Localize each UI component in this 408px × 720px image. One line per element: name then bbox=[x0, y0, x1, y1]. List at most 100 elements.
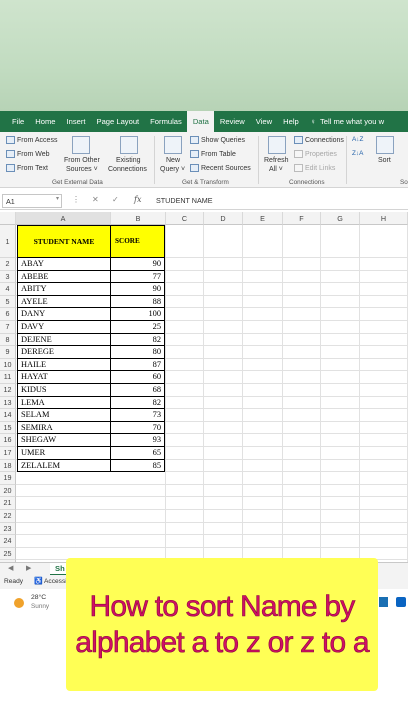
properties-button[interactable]: Properties bbox=[294, 150, 337, 158]
name-box-dropdown-icon[interactable]: ▾ bbox=[56, 195, 59, 202]
column-header-b[interactable]: B bbox=[111, 212, 166, 225]
cell-score[interactable]: 85 bbox=[111, 459, 165, 473]
from-table-button[interactable]: From Table bbox=[190, 150, 236, 158]
row-header-2[interactable]: 2 bbox=[0, 258, 16, 271]
header-cell-score[interactable]: SCORE bbox=[111, 225, 165, 258]
cell-name[interactable]: HAYAT bbox=[17, 371, 111, 384]
insert-function-icon[interactable]: fx bbox=[134, 195, 141, 204]
tab-review[interactable]: Review bbox=[214, 111, 250, 132]
column-header-f[interactable]: F bbox=[283, 212, 321, 225]
cell-score[interactable]: 88 bbox=[111, 295, 165, 309]
cell-score[interactable]: 90 bbox=[111, 258, 165, 271]
sheet-nav-left-icon[interactable]: ◀ bbox=[8, 564, 13, 572]
cell-score[interactable]: 68 bbox=[111, 384, 165, 397]
tab-view[interactable]: View bbox=[250, 111, 277, 132]
row-header-17[interactable]: 17 bbox=[0, 447, 16, 460]
cell-score[interactable]: 80 bbox=[111, 346, 165, 359]
column-header-g[interactable]: G bbox=[321, 212, 360, 225]
column-header-d[interactable]: D bbox=[204, 212, 243, 225]
cell-name[interactable]: ABAY bbox=[17, 258, 111, 271]
column-header-h[interactable]: H bbox=[360, 212, 408, 225]
sort-za-button[interactable]: Z↓A bbox=[352, 150, 363, 157]
header-cell-student-name[interactable]: STUDENT NAME bbox=[17, 225, 111, 258]
row-header-5[interactable]: 5 bbox=[0, 295, 16, 309]
status-accessibility[interactable]: Accessi bbox=[44, 578, 67, 585]
tell-me-search[interactable]: Tell me what you w bbox=[320, 117, 384, 126]
from-access-button[interactable]: From Access bbox=[6, 136, 57, 144]
row-header-6[interactable]: 6 bbox=[0, 308, 16, 321]
cell-name[interactable]: LEMA bbox=[17, 396, 111, 410]
row-header-7[interactable]: 7 bbox=[0, 321, 16, 334]
cell-score[interactable]: 87 bbox=[111, 358, 165, 372]
row-header-8[interactable]: 8 bbox=[0, 333, 16, 347]
formula-input[interactable]: STUDENT NAME bbox=[156, 196, 213, 205]
row-header-4[interactable]: 4 bbox=[0, 283, 16, 296]
cell-name[interactable]: SELAM bbox=[17, 409, 111, 422]
cell-name[interactable]: AYELE bbox=[17, 295, 111, 309]
cell-name[interactable]: ABEBE bbox=[17, 270, 111, 284]
cell-score[interactable]: 70 bbox=[111, 421, 165, 435]
row-header-14[interactable]: 14 bbox=[0, 409, 16, 422]
row-header-24[interactable]: 24 bbox=[0, 535, 16, 548]
row-header-18[interactable]: 18 bbox=[0, 459, 16, 473]
row-header-19[interactable]: 19 bbox=[0, 472, 16, 485]
cell-score[interactable]: 77 bbox=[111, 270, 165, 284]
name-box[interactable]: A1 bbox=[2, 194, 62, 208]
cell-name[interactable]: ZELALEM bbox=[17, 459, 111, 473]
cell-score[interactable]: 90 bbox=[111, 283, 165, 296]
worksheet-grid[interactable]: A B C D E F G H 1 2 3 4 5 6 7 8 9 10 11 12 13 14 15 16 17 18 19 20 2… bbox=[0, 212, 408, 562]
row-header-13[interactable]: 13 bbox=[0, 396, 16, 410]
cell-name[interactable]: KIDUS bbox=[17, 384, 111, 397]
row-header-3[interactable]: 3 bbox=[0, 270, 16, 284]
cell-name[interactable]: DAVY bbox=[17, 321, 111, 334]
connections-button[interactable]: Connections bbox=[294, 136, 344, 144]
tab-file[interactable]: File bbox=[0, 111, 30, 132]
cell-score[interactable]: 82 bbox=[111, 333, 165, 347]
tab-data[interactable]: Data bbox=[187, 111, 215, 132]
sort-az-button[interactable]: A↓Z bbox=[352, 136, 363, 143]
existing-connections-button[interactable]: Existing bbox=[116, 157, 141, 164]
edit-links-button[interactable]: Edit Links bbox=[294, 164, 335, 172]
from-web-button[interactable]: From Web bbox=[6, 150, 50, 158]
row-header-11[interactable]: 11 bbox=[0, 371, 16, 384]
row-header-9[interactable]: 9 bbox=[0, 346, 16, 359]
cell-score[interactable]: 60 bbox=[111, 371, 165, 384]
row-header-12[interactable]: 12 bbox=[0, 384, 16, 397]
sheet-nav-right-icon[interactable]: ▶ bbox=[26, 564, 31, 572]
tab-page-layout[interactable]: Page Layout bbox=[91, 111, 145, 132]
row-header-22[interactable]: 22 bbox=[0, 510, 16, 523]
recent-sources-button[interactable]: Recent Sources bbox=[190, 164, 251, 172]
column-header-c[interactable]: C bbox=[166, 212, 204, 225]
cell-name[interactable]: ABITY bbox=[17, 283, 111, 296]
refresh-all-button[interactable]: Refresh bbox=[264, 157, 289, 164]
tab-formulas[interactable]: Formulas bbox=[145, 111, 188, 132]
from-text-button[interactable]: From Text bbox=[6, 164, 48, 172]
outlook-icon[interactable] bbox=[396, 597, 406, 607]
new-query-button[interactable]: New bbox=[166, 157, 180, 164]
tab-insert[interactable]: Insert bbox=[61, 111, 91, 132]
column-header-e[interactable]: E bbox=[243, 212, 283, 225]
row-header-21[interactable]: 21 bbox=[0, 497, 16, 510]
cell-name[interactable]: DANY bbox=[17, 308, 111, 321]
cell-name[interactable]: SHEGAW bbox=[17, 434, 111, 447]
cell-score[interactable]: 82 bbox=[111, 396, 165, 410]
cell-name[interactable]: SEMIRA bbox=[17, 421, 111, 435]
cell-name[interactable]: DEREGE bbox=[17, 346, 111, 359]
row-header-1[interactable]: 1 bbox=[0, 225, 16, 258]
tab-home[interactable]: Home bbox=[30, 111, 61, 132]
show-queries-button[interactable]: Show Queries bbox=[190, 136, 245, 144]
cancel-icon[interactable]: ✕ bbox=[92, 195, 99, 204]
cell-score[interactable]: 65 bbox=[111, 447, 165, 460]
enter-icon[interactable]: ✓ bbox=[112, 195, 119, 204]
from-other-sources-button[interactable]: From Other bbox=[64, 157, 100, 164]
row-header-16[interactable]: 16 bbox=[0, 434, 16, 447]
row-header-10[interactable]: 10 bbox=[0, 358, 16, 372]
row-header-20[interactable]: 20 bbox=[0, 484, 16, 498]
row-header-23[interactable]: 23 bbox=[0, 522, 16, 536]
column-header-a[interactable]: A bbox=[16, 212, 111, 225]
row-header-25[interactable]: 25 bbox=[0, 547, 16, 561]
select-all-corner[interactable] bbox=[0, 212, 16, 225]
taskbar-app-icon[interactable] bbox=[379, 597, 388, 607]
cell-score[interactable]: 73 bbox=[111, 409, 165, 422]
cell-name[interactable]: HAILE bbox=[17, 358, 111, 372]
